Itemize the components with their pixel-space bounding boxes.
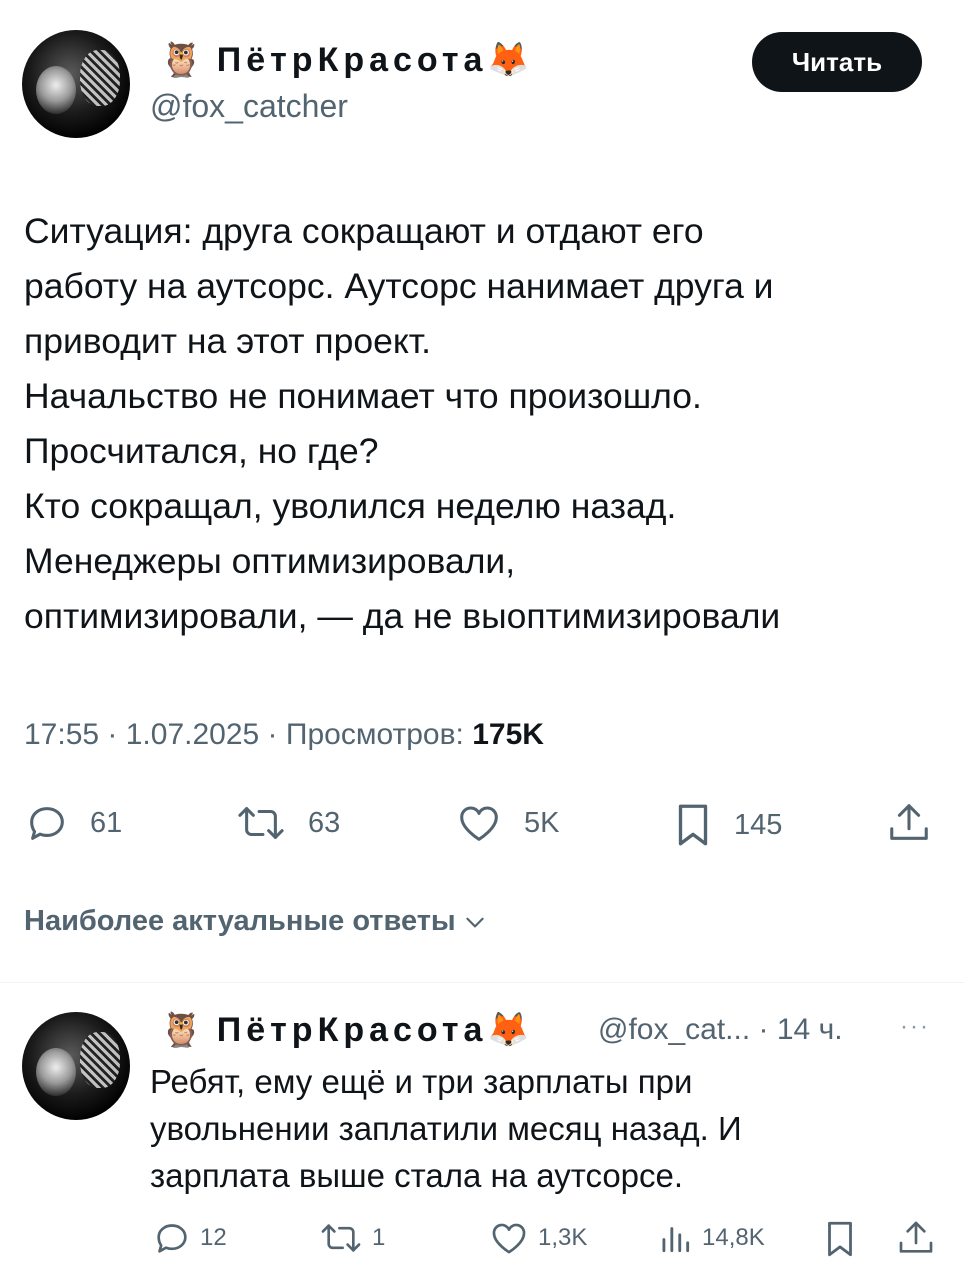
reply-repost-count: 1 bbox=[372, 1224, 386, 1251]
share-icon bbox=[890, 804, 928, 840]
repost-icon bbox=[321, 1224, 361, 1252]
tweet-meta: 17:55 · 1.07.2025 · Просмотров: 175K bbox=[24, 718, 544, 752]
chevron-down-icon bbox=[466, 917, 484, 927]
tweet-date[interactable]: 1.07.2025 bbox=[126, 718, 259, 751]
reply-button[interactable]: 61 bbox=[24, 800, 122, 846]
bookmark-icon bbox=[678, 804, 708, 846]
reply-bookmark-button[interactable] bbox=[822, 1218, 858, 1260]
reply-text-line: зарплата выше стала на аутсорсе. bbox=[150, 1157, 684, 1194]
reply-reply-button[interactable]: 12 bbox=[152, 1218, 227, 1258]
tweet-text-line: Просчитался, но где? bbox=[24, 431, 379, 471]
handle-time-separator: · bbox=[750, 1013, 777, 1046]
reply-views-count: 14,8K bbox=[702, 1224, 765, 1251]
tweet-text-line: работу на аутсорс. Аутсорс нанимает друг… bbox=[24, 266, 774, 306]
reply-text-line: Ребят, ему ещё и три зарплаты при bbox=[150, 1063, 693, 1100]
reply-count: 61 bbox=[90, 806, 123, 839]
reply-share-button[interactable] bbox=[896, 1218, 936, 1258]
fox-emoji-icon: 🦊 bbox=[487, 1010, 530, 1050]
share-button[interactable] bbox=[886, 800, 932, 846]
owl-emoji-icon: 🦉 bbox=[160, 1010, 203, 1050]
tweet-text-line: оптимизировали, — да не выоптимизировали bbox=[24, 596, 781, 636]
repost-button[interactable]: 63 bbox=[234, 800, 340, 846]
repost-count: 63 bbox=[308, 806, 341, 839]
analytics-icon bbox=[662, 1227, 690, 1253]
avatar-tattoo bbox=[80, 50, 120, 106]
bookmark-count: 145 bbox=[734, 808, 783, 841]
more-options-icon[interactable]: ··· bbox=[900, 1013, 930, 1041]
tweet-text-line: Начальство не понимает что произошло. bbox=[24, 376, 702, 416]
tweet-text-line: Менеджеры оптимизировали, bbox=[24, 541, 516, 581]
tweet-time[interactable]: 17:55 bbox=[24, 718, 99, 751]
avatar-face bbox=[36, 66, 76, 114]
like-count: 5K bbox=[524, 806, 560, 839]
follow-button[interactable]: Читать bbox=[752, 32, 922, 92]
heart-icon bbox=[460, 806, 498, 841]
bookmark-icon bbox=[828, 1221, 852, 1257]
author-avatar[interactable] bbox=[22, 30, 130, 138]
reply-icon bbox=[30, 807, 64, 840]
views-label: Просмотров: bbox=[285, 718, 464, 751]
tweet-text-line: Кто сокращал, уволился неделю назад. bbox=[24, 486, 677, 526]
author-name-text: ПётрКрасота bbox=[216, 41, 488, 79]
reply-reply-count: 12 bbox=[200, 1224, 227, 1251]
tweet-text: Ситуация: друга сокращают и отдают его р… bbox=[24, 204, 944, 644]
reply-like-count: 1,3K bbox=[538, 1224, 588, 1251]
sort-replies-label: Наиболее актуальные ответы bbox=[24, 905, 456, 937]
reply-text: Ребят, ему ещё и три зарплаты при увольн… bbox=[150, 1058, 940, 1199]
tweet-text-line: приводит на этот проект. bbox=[24, 321, 431, 361]
meta-separator: · bbox=[259, 718, 286, 751]
views-count: 175K bbox=[472, 718, 544, 751]
reply-time[interactable]: 14 ч. bbox=[777, 1013, 843, 1046]
bookmark-button[interactable]: 145 bbox=[672, 800, 782, 850]
tweet-text-line: Ситуация: друга сокращают и отдают его bbox=[24, 211, 704, 251]
sort-replies-dropdown[interactable]: Наиболее актуальные ответы bbox=[24, 905, 488, 938]
reply-repost-button[interactable]: 1 bbox=[318, 1218, 385, 1258]
like-button[interactable]: 5K bbox=[454, 800, 559, 846]
author-display-name[interactable]: 🦉 ПётрКрасота🦊 bbox=[160, 40, 530, 80]
reply-handle-time: @fox_cat... · 14 ч. bbox=[598, 1013, 843, 1047]
reply-author-display-name[interactable]: 🦉 ПётрКрасота🦊 bbox=[160, 1010, 530, 1050]
divider bbox=[0, 982, 964, 983]
heart-icon bbox=[492, 1223, 526, 1254]
reply-icon bbox=[157, 1224, 187, 1253]
repost-icon bbox=[238, 807, 284, 839]
reply-author-avatar[interactable] bbox=[22, 1012, 130, 1120]
share-icon bbox=[899, 1221, 933, 1253]
avatar-tattoo bbox=[80, 1032, 120, 1088]
owl-emoji-icon: 🦉 bbox=[160, 40, 203, 80]
fox-emoji-icon: 🦊 bbox=[487, 40, 530, 80]
reply-like-button[interactable]: 1,3K bbox=[488, 1218, 587, 1258]
meta-separator: · bbox=[99, 718, 126, 751]
reply-views-button[interactable]: 14,8K bbox=[656, 1218, 765, 1258]
author-handle[interactable]: @fox_catcher bbox=[150, 88, 348, 125]
reply-author-name-text: ПётрКрасота bbox=[216, 1011, 488, 1049]
reply-text-line: увольнении заплатили месяц назад. И bbox=[150, 1110, 742, 1147]
avatar-face bbox=[36, 1048, 76, 1096]
reply-author-handle[interactable]: @fox_cat... bbox=[598, 1013, 750, 1046]
